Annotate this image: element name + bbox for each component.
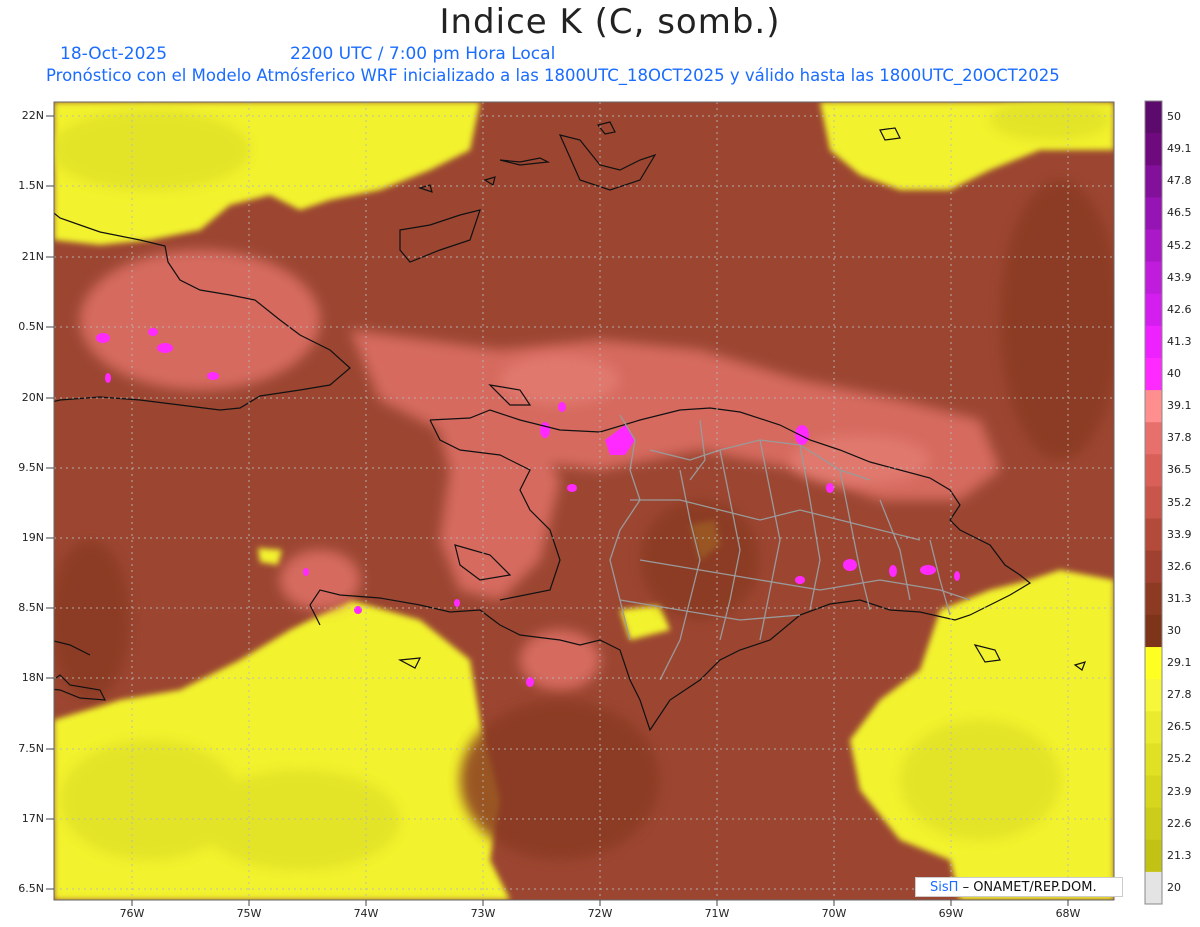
k-index-field bbox=[54, 102, 1114, 900]
colorbar-swatch bbox=[1145, 165, 1162, 198]
colorbar-swatch bbox=[1145, 839, 1162, 873]
colorbar-swatch bbox=[1145, 133, 1162, 166]
colorbar-label: 35.2 bbox=[1167, 495, 1192, 509]
sispi-logo: SisΠ bbox=[930, 880, 959, 895]
lat-label-20n: 20N bbox=[21, 391, 44, 404]
lat-label-17-5n: 7.5N bbox=[18, 742, 44, 755]
lat-label-16-5n: 6.5N bbox=[18, 882, 44, 895]
colorbar-swatch bbox=[1145, 871, 1162, 905]
lon-label-75w: 75W bbox=[236, 907, 262, 920]
colorbar-label: 25.2 bbox=[1167, 752, 1192, 766]
colorbar-swatch bbox=[1145, 422, 1162, 455]
colorbar-label: 32.6 bbox=[1167, 559, 1192, 573]
lon-label-69w: 69W bbox=[938, 907, 964, 920]
colorbar-swatch bbox=[1145, 357, 1162, 391]
credit-box: SisΠ – ONAMET/REP.DOM. bbox=[915, 877, 1123, 897]
colorbar-swatch bbox=[1145, 807, 1162, 841]
lat-label-18-5n: 8.5N bbox=[18, 601, 44, 614]
colorbar-label: 43.9 bbox=[1167, 270, 1192, 284]
lon-label-74w: 74W bbox=[353, 907, 379, 920]
colorbar-swatch bbox=[1145, 101, 1162, 134]
colorbar-swatch bbox=[1145, 454, 1162, 487]
lon-label-73w: 73W bbox=[470, 907, 496, 920]
colorbar-swatch bbox=[1145, 261, 1162, 295]
colorbar-label: 30 bbox=[1167, 623, 1181, 637]
colorbar bbox=[1145, 101, 1162, 905]
lon-label-70w: 70W bbox=[821, 907, 847, 920]
lat-label-19n: 19N bbox=[21, 531, 44, 544]
colorbar-label: 41.3 bbox=[1167, 334, 1192, 348]
colorbar-swatch bbox=[1145, 550, 1162, 584]
lon-label-71w: 71W bbox=[704, 907, 730, 920]
colorbar-label: 26.5 bbox=[1167, 720, 1192, 734]
colorbar-swatch bbox=[1145, 229, 1162, 263]
lon-label-72w: 72W bbox=[587, 907, 613, 920]
colorbar-label: 20 bbox=[1167, 880, 1181, 894]
colorbar-swatch bbox=[1145, 390, 1162, 423]
colorbar-label: 39.1 bbox=[1167, 399, 1192, 413]
colorbar-label: 37.8 bbox=[1167, 431, 1192, 445]
colorbar-label: 46.5 bbox=[1167, 206, 1192, 220]
colorbar-label: 29.1 bbox=[1167, 656, 1192, 670]
colorbar-label: 42.6 bbox=[1167, 302, 1192, 316]
colorbar-label: 49.1 bbox=[1167, 142, 1192, 156]
colorbar-label: 40 bbox=[1167, 367, 1181, 381]
lat-label-18n: 18N bbox=[21, 671, 44, 684]
credit-text: – ONAMET/REP.DOM. bbox=[962, 880, 1097, 895]
colorbar-swatch bbox=[1145, 614, 1162, 648]
lat-label-21-5n: 1.5N bbox=[18, 179, 44, 192]
colorbar-swatch bbox=[1145, 325, 1162, 359]
colorbar-label: 23.9 bbox=[1167, 784, 1192, 798]
colorbar-swatch bbox=[1145, 647, 1162, 680]
colorbar-label: 33.9 bbox=[1167, 527, 1192, 541]
colorbar-label: 45.2 bbox=[1167, 238, 1192, 252]
colorbar-swatch bbox=[1145, 293, 1162, 327]
colorbar-swatch bbox=[1145, 679, 1162, 712]
colorbar-label: 22.6 bbox=[1167, 816, 1192, 830]
colorbar-swatch bbox=[1145, 518, 1162, 552]
colorbar-swatch bbox=[1145, 775, 1162, 809]
colorbar-label: 31.3 bbox=[1167, 591, 1192, 605]
lat-label-20-5n: 0.5N bbox=[18, 320, 44, 333]
lat-label-17n: 17N bbox=[21, 812, 44, 825]
colorbar-label: 27.8 bbox=[1167, 688, 1192, 702]
colorbar-swatch bbox=[1145, 486, 1162, 520]
lat-label-22n: 22N bbox=[21, 109, 44, 122]
colorbar-swatch bbox=[1145, 582, 1162, 616]
colorbar-label: 21.3 bbox=[1167, 848, 1192, 862]
k-index-map bbox=[46, 100, 1163, 906]
colorbar-swatch bbox=[1145, 197, 1162, 230]
lat-label-19-5n: 9.5N bbox=[18, 461, 44, 474]
lat-label-21n: 21N bbox=[21, 250, 44, 263]
lon-label-68w: 68W bbox=[1055, 907, 1081, 920]
colorbar-label: 47.8 bbox=[1167, 174, 1192, 188]
colorbar-label: 36.5 bbox=[1167, 463, 1192, 477]
lon-label-76w: 76W bbox=[119, 907, 145, 920]
colorbar-swatch bbox=[1145, 743, 1162, 777]
colorbar-label: 50 bbox=[1167, 110, 1181, 124]
colorbar-swatch bbox=[1145, 711, 1162, 744]
